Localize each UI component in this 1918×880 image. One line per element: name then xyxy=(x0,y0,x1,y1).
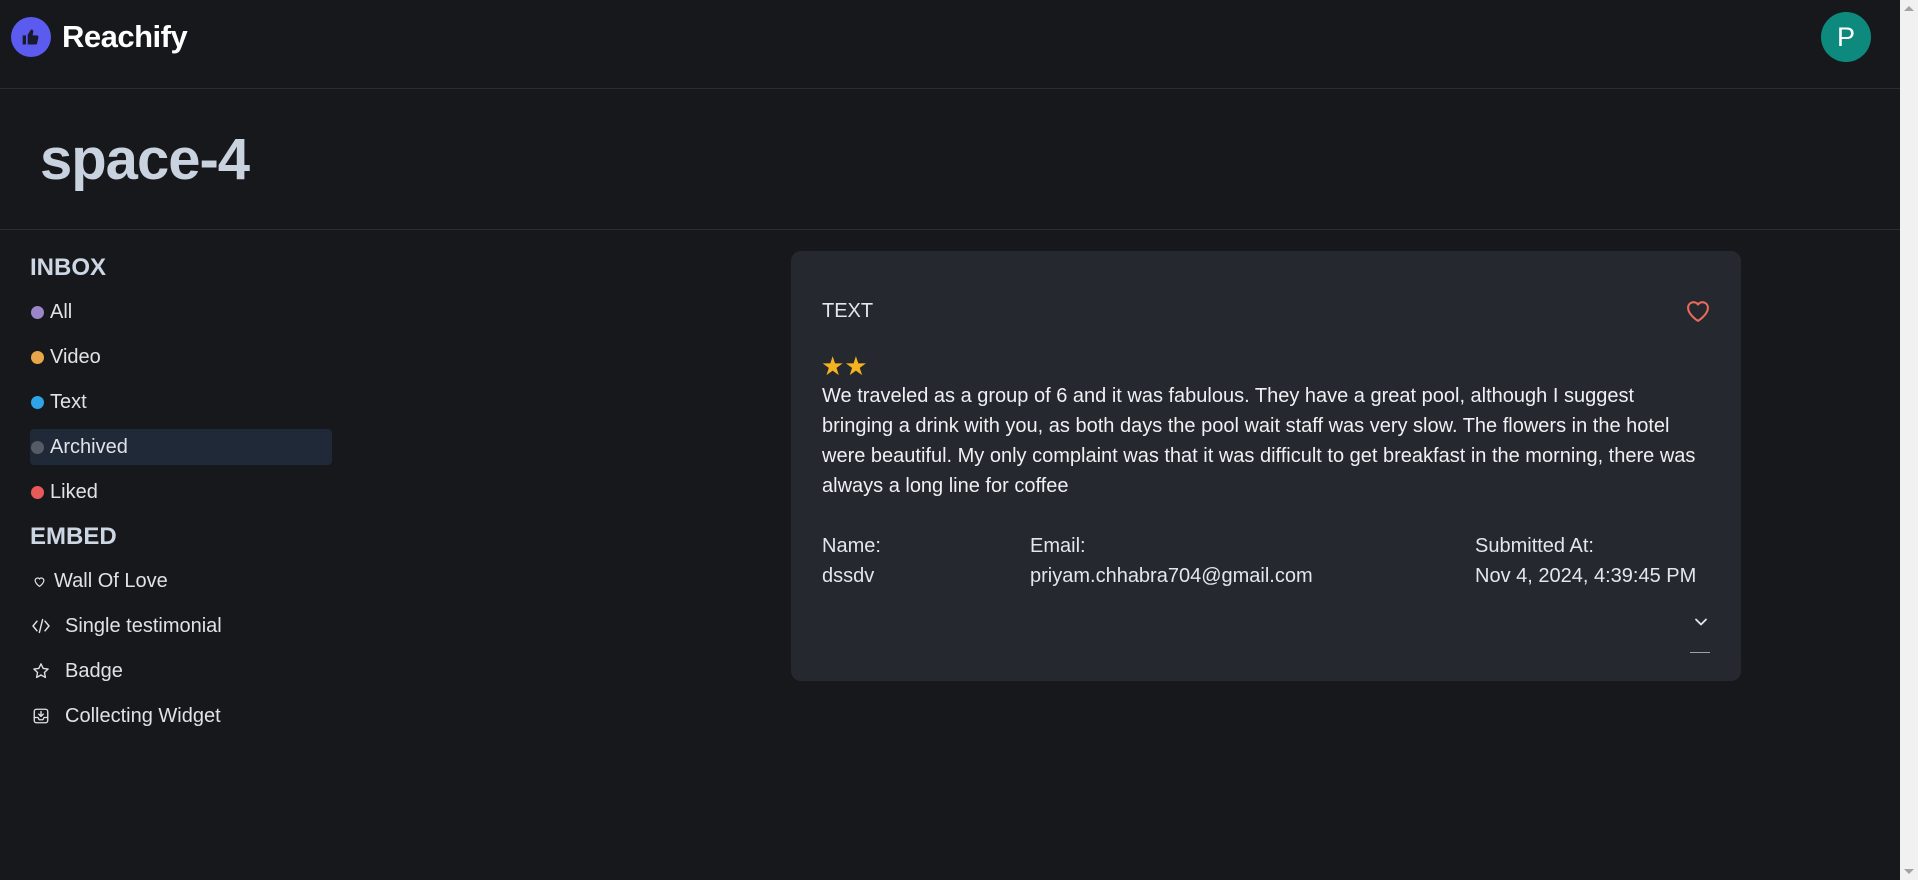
embed-heading: EMBED xyxy=(30,523,117,550)
heart-icon xyxy=(30,575,48,588)
sidebar-item-label: Wall Of Love xyxy=(54,569,168,592)
scroll-down-icon[interactable] xyxy=(1904,869,1914,874)
sidebar-item-label: Text xyxy=(50,390,87,413)
sidebar-item-single-testimonial[interactable]: Single testimonial xyxy=(30,608,332,644)
sidebar: INBOX All Video Text Archived Liked EMBE… xyxy=(30,250,332,743)
sidebar-item-badge[interactable]: Badge xyxy=(30,653,332,689)
scroll-up-icon[interactable] xyxy=(1904,6,1914,11)
page-scrollbar[interactable] xyxy=(1900,0,1918,880)
sidebar-item-label: Video xyxy=(50,345,101,368)
chevron-down-icon[interactable] xyxy=(1693,614,1709,630)
page: Reachify P space-4 INBOX All Video Text … xyxy=(0,0,1900,880)
testimonial-type: TEXT xyxy=(822,300,874,322)
sidebar-item-label: Single testimonial xyxy=(65,614,222,637)
submitted-at-label: Submitted At: xyxy=(1475,535,1594,557)
inbox-heading: INBOX xyxy=(30,254,107,281)
email-label: Email: xyxy=(1030,535,1086,557)
text-dot-icon xyxy=(31,395,44,409)
brand-name[interactable]: Reachify xyxy=(62,18,188,56)
sidebar-item-label: Archived xyxy=(50,435,128,458)
sidebar-item-archived[interactable]: Archived xyxy=(30,429,332,465)
sidebar-item-all[interactable]: All xyxy=(30,294,332,330)
inbox-icon xyxy=(30,707,52,725)
star-icon xyxy=(30,662,52,680)
video-dot-icon xyxy=(31,350,44,364)
code-icon xyxy=(30,618,52,634)
sidebar-item-text[interactable]: Text xyxy=(30,384,332,420)
sidebar-item-label: Collecting Widget xyxy=(65,704,221,727)
thumbs-up-icon xyxy=(22,29,39,45)
sidebar-item-label: All xyxy=(50,300,73,323)
user-avatar[interactable]: P xyxy=(1821,12,1871,62)
testimonial-text: We traveled as a group of 6 and it was f… xyxy=(822,385,1696,497)
sidebar-item-label: Badge xyxy=(65,659,123,682)
sidebar-item-liked[interactable]: Liked xyxy=(30,474,332,510)
sidebar-item-label: Liked xyxy=(50,480,98,503)
top-header: Reachify P xyxy=(0,0,1900,89)
brand-logo[interactable] xyxy=(11,17,51,57)
all-dot-icon xyxy=(31,305,44,319)
archived-dot-icon xyxy=(31,440,44,454)
sidebar-item-collecting-widget[interactable]: Collecting Widget xyxy=(30,698,332,734)
name-value: dssdv xyxy=(822,565,875,587)
divider-dash xyxy=(1690,652,1710,653)
sidebar-item-wall-of-love[interactable]: Wall Of Love xyxy=(30,563,332,599)
page-title: space-4 xyxy=(40,127,250,192)
email-value: priyam.chhabra704@gmail.com xyxy=(1030,565,1313,587)
liked-dot-icon xyxy=(31,485,44,499)
name-label: Name: xyxy=(822,535,881,557)
space-title-band: space-4 xyxy=(0,89,1900,230)
sidebar-item-video[interactable]: Video xyxy=(30,339,332,375)
like-heart-icon[interactable] xyxy=(1684,297,1712,325)
testimonial-card[interactable]: TEXT ★★ We traveled as a group of 6 and … xyxy=(791,251,1741,681)
star-rating: ★★ xyxy=(821,351,868,381)
submitted-at-value: Nov 4, 2024, 4:39:45 PM xyxy=(1475,565,1697,587)
